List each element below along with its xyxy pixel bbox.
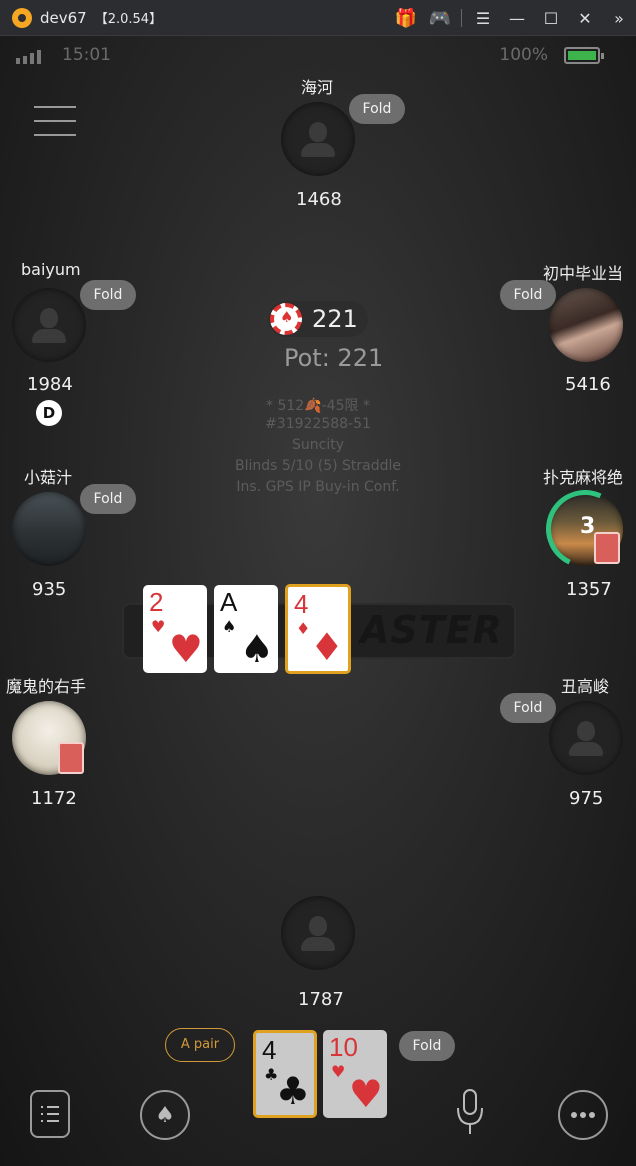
hero-card-1[interactable]: 4 ♣ ♣: [253, 1030, 317, 1118]
hamburger-menu-button[interactable]: [34, 106, 76, 140]
table-info-blinds: Blinds 5/10 (5) Straddle: [234, 458, 402, 474]
fold-badge-left1: Fold: [80, 280, 136, 310]
player-avatar-top[interactable]: [281, 102, 355, 176]
table-info-club: * 512🍂-45限 *: [266, 398, 370, 414]
player-stack-right2: 1357: [566, 579, 612, 600]
club-suit-icon: ♣: [275, 1069, 310, 1113]
fold-badge-right3: Fold: [500, 693, 556, 723]
card-rank: 10: [329, 1032, 358, 1062]
player-stack-left3: 1172: [31, 788, 77, 809]
card-rank: A: [220, 587, 238, 617]
player-cards-left3: [58, 742, 84, 774]
hero-stack: 1787: [298, 989, 344, 1010]
hero-card-2[interactable]: 10 ♥ ♥: [323, 1030, 387, 1118]
table-info-rules: Ins. GPS IP Buy-in Conf.: [236, 479, 400, 495]
chevrons-right-icon[interactable]: »: [602, 0, 636, 36]
gift-icon[interactable]: 🎁: [389, 0, 423, 36]
app-logo-icon: [12, 7, 32, 28]
player-name-left1: baiyum: [21, 260, 81, 279]
player-stack-left1: 1984: [27, 374, 73, 395]
spade-suit-icon: ♠: [222, 617, 237, 636]
close-icon[interactable]: ✕: [568, 0, 602, 36]
pot-total: Pot: 221: [284, 344, 384, 372]
player-name-right2: 扑克麻将绝: [543, 468, 624, 487]
player-name-left2: 小菇汁: [24, 468, 73, 487]
spade-suit-icon: ♠: [239, 627, 274, 671]
spade-menu-icon[interactable]: ♠: [140, 1090, 190, 1140]
card-rank: 4: [262, 1035, 277, 1065]
player-avatar-left2[interactable]: [12, 492, 86, 566]
hand-strength-hint: A pair: [165, 1028, 235, 1062]
hero-avatar[interactable]: [281, 896, 355, 970]
player-stack-top: 1468: [296, 189, 342, 210]
player-stack-right3: 975: [569, 788, 604, 809]
table-info-id: #31922588-51: [265, 416, 371, 432]
window-controls: 🎁 🎮 ☰ — ☐ ✕ »: [389, 0, 636, 36]
battery-percent: 100%: [499, 45, 548, 65]
player-name-right3: 丑高峻: [561, 677, 610, 696]
player-stack-right1: 5416: [565, 374, 611, 395]
fold-badge-top: Fold: [349, 94, 405, 124]
fold-badge-right1: Fold: [500, 280, 556, 310]
poker-chip-icon: [270, 303, 302, 335]
titlebar-divider: [461, 9, 462, 27]
player-stack-left2: 935: [32, 579, 67, 600]
table-info-name: Suncity: [292, 437, 344, 453]
hand-history-icon[interactable]: [30, 1090, 70, 1138]
pot-chip-amount: 221: [312, 305, 358, 333]
board-card-2: A ♠ ♠: [214, 585, 278, 673]
battery-icon: [564, 47, 604, 64]
dealer-button: D: [36, 400, 62, 426]
fold-badge-left2: Fold: [80, 484, 136, 514]
gamepad-icon[interactable]: 🎮: [423, 0, 457, 36]
heart-suit-icon: ♥: [348, 1072, 383, 1116]
player-name-left3: 魔鬼的右手: [6, 677, 87, 696]
window-titlebar: dev67 【2.0.54】 🎁 🎮 ☰ — ☐ ✕ »: [0, 0, 636, 36]
board-card-3: 4 ♦ ♦: [285, 584, 351, 674]
app-version: 【2.0.54】: [94, 12, 163, 27]
status-bar: 15:01 100%: [0, 36, 636, 76]
player-cards-right2: [594, 532, 620, 564]
heart-suit-icon: ♥: [168, 627, 203, 671]
card-rank: 4: [294, 589, 309, 619]
player-avatar-right1[interactable]: [549, 288, 623, 362]
card-rank: 2: [149, 587, 164, 617]
clock: 15:01: [62, 45, 111, 65]
watermark-text: ASTER: [360, 608, 503, 652]
player-name-right1: 初中毕业当: [543, 264, 624, 283]
menu-icon[interactable]: ☰: [466, 0, 500, 36]
minimize-icon[interactable]: —: [500, 0, 534, 36]
player-name-top: 海河: [301, 78, 334, 97]
chat-icon[interactable]: [558, 1090, 608, 1140]
heart-suit-icon: ♥: [151, 617, 166, 636]
app-name: dev67: [40, 8, 87, 27]
signal-icon: [16, 50, 41, 64]
diamond-suit-icon: ♦: [296, 619, 311, 638]
player-avatar-left1[interactable]: [12, 288, 86, 362]
board-card-1: 2 ♥ ♥: [143, 585, 207, 673]
fold-badge-hero: Fold: [399, 1031, 455, 1061]
maximize-icon[interactable]: ☐: [534, 0, 568, 36]
poker-table: 15:01 100% 海河 Fold 1468 baiyum Fold 1984…: [0, 36, 636, 1166]
microphone-icon[interactable]: [445, 1088, 495, 1138]
diamond-suit-icon: ♦: [309, 625, 344, 669]
heart-suit-icon: ♥: [331, 1062, 346, 1081]
player-avatar-right3[interactable]: [549, 701, 623, 775]
